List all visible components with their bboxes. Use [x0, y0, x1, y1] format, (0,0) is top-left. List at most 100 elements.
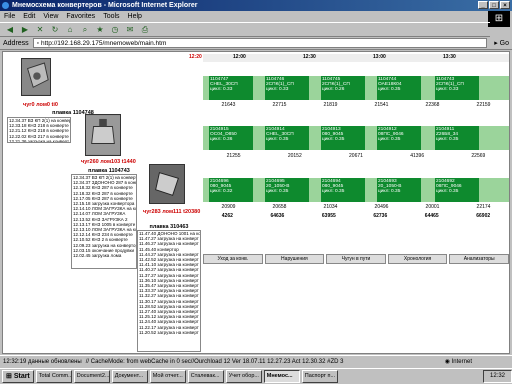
- tab-analyzers[interactable]: Анализаторы: [449, 254, 509, 264]
- heat-block-line: цикл: 0.32: [210, 189, 233, 195]
- row-value: 20909: [221, 204, 236, 210]
- heat-block[interactable]: 1104747 CHEL_30СП цикл: 0.33: [209, 76, 253, 100]
- task-button[interactable]: Сталевак...: [187, 370, 224, 383]
- log-entry: 11.32.27 загрузка на конверт: [139, 293, 199, 299]
- heat-block-line: цикл: 0.35: [378, 87, 401, 93]
- current-time-label: 12:20: [189, 54, 202, 60]
- schedule-row-3: 2104696 080_9045 цикл: 0.32 2104695 20_1050-…: [203, 164, 509, 204]
- home-icon[interactable]: ⌂: [64, 24, 76, 35]
- forward-icon[interactable]: ▶: [19, 24, 31, 35]
- schedule-row-2: 2104915 ОС04_D850 цикл: 0.36 2104914 CHEL_30…: [203, 112, 509, 152]
- task-button[interactable]: Мой отчет...: [149, 370, 186, 383]
- log-entry: 12.21.36 загрузка на конверт: [9, 138, 70, 143]
- internet-zone: ◉ Internet: [444, 359, 472, 365]
- zone-label: Internet: [451, 359, 472, 365]
- heat-block[interactable]: 1104743 2СПК(1)_СП цикл: 0.33: [435, 76, 479, 100]
- row-3-values: 20909 20658 21034 20496 20001 22174: [203, 204, 509, 212]
- task-button[interactable]: Паспорт п...: [301, 370, 338, 383]
- tab-iron-transit[interactable]: Чугун в пути: [326, 254, 386, 264]
- task-button[interactable]: Document2...: [73, 370, 110, 383]
- heat-block-line: цикл: 0.35: [378, 137, 401, 143]
- log-entry: 11.20.52 загрузка на конверт: [139, 329, 199, 335]
- menu-help[interactable]: Help: [128, 11, 142, 22]
- bottom-value: 4262: [221, 213, 233, 219]
- start-button[interactable]: ⊞ Start: [2, 370, 34, 383]
- converter-3-status: чуг283 лом111 t20380: [143, 209, 201, 215]
- converter-1-log[interactable]: 12.34.37 ВЗ КП 2(1) на конвертор12.33.18…: [7, 117, 71, 143]
- log-entry: 12.10.52 КНЗ 2 в конверте: [73, 237, 128, 243]
- menu-bar: File Edit View Favorites Tools Help: [0, 11, 512, 22]
- heat-block-line: цикл: 0.35: [322, 189, 345, 195]
- favorites-icon[interactable]: ★: [94, 24, 106, 35]
- maximize-button[interactable]: □: [489, 1, 499, 9]
- time-tick-1230: 12:30: [303, 54, 316, 60]
- menu-favorites[interactable]: Favorites: [66, 11, 95, 22]
- task-button[interactable]: Мнемос...: [263, 370, 300, 383]
- menu-edit[interactable]: Edit: [23, 11, 35, 22]
- converter-3-log[interactable]: 11.47.40 ДОНОНО 1001 на конв 11.47.27 заг…: [137, 230, 201, 352]
- status-text: 12:32:19 данные обновлены: [3, 359, 82, 365]
- windows-logo-icon: ⊞: [488, 11, 510, 27]
- mail-icon[interactable]: ✉: [124, 24, 136, 35]
- converter-2-image[interactable]: [85, 114, 121, 156]
- heat-block[interactable]: 2104696 080_9045 цикл: 0.32: [209, 178, 253, 202]
- menu-view[interactable]: View: [43, 11, 58, 22]
- converter-3-image[interactable]: [149, 164, 185, 204]
- heat-block[interactable]: 1104745 2СПК(1)_СП цикл: 0.26: [321, 76, 365, 100]
- tab-care[interactable]: Уход за конв.: [203, 254, 263, 264]
- print-icon[interactable]: ⎙: [139, 24, 151, 35]
- go-button[interactable]: ▸ Go: [491, 39, 512, 47]
- minimize-button[interactable]: _: [478, 1, 488, 9]
- bottom-value: 62736: [373, 213, 388, 219]
- heat-block[interactable]: 2104693 20_1050-В цикл: 0.35: [377, 178, 421, 202]
- window-title: Мнемосхема конвертеров - Microsoft Inter…: [0, 0, 512, 11]
- heat-block-line: цикл: 0.33: [436, 87, 459, 93]
- row-1-values: 21643 22715 21819 21541 22368 22159: [203, 102, 509, 110]
- heat-block[interactable]: 1104744 ОАЕ18К04 цикл: 0.35: [377, 76, 421, 100]
- task-button[interactable]: Total Comm...: [35, 370, 72, 383]
- task-button[interactable]: Документ...: [111, 370, 148, 383]
- status-bar: 12:32:19 данные обновлены // CacheMode: …: [0, 355, 512, 367]
- row-value: 22715: [272, 102, 287, 108]
- heat-block[interactable]: 2104913 080_9045 цикл: 0.35: [321, 126, 365, 150]
- task-button[interactable]: Учет обор...: [225, 370, 262, 383]
- schedule-row-1: 1104747 CHEL_30СП цикл: 0.33 1104746 2СПК(1)…: [203, 62, 509, 102]
- row-value: 21255: [226, 153, 241, 159]
- heat-block[interactable]: 2104914 CHEL_30СП цикл: 0.35: [265, 126, 309, 150]
- history-icon[interactable]: ◷: [109, 24, 121, 35]
- tab-violations[interactable]: Нарушения: [264, 254, 325, 264]
- heat-block[interactable]: 1104746 2СПК(1)_СП цикл: 0.33: [265, 76, 309, 100]
- page-content: чуг0 лом0 ti0 плавка 1104748 12.34.37 ВЗ…: [2, 51, 510, 354]
- stop-icon[interactable]: ✕: [34, 24, 46, 35]
- row-value: 21541: [374, 102, 389, 108]
- row-value: 22569: [471, 153, 486, 159]
- address-input[interactable]: ▫ http://192.168.29.175/mnemoweb/main.ht…: [32, 38, 488, 48]
- converter-2-log[interactable]: 12.34.37 ВЗ КП 2(1) на конвертор 12.34.37…: [71, 174, 137, 269]
- row-value: 20152: [287, 153, 302, 159]
- close-button[interactable]: ×: [500, 1, 510, 9]
- log-entry: 12.21.12 КНЗ 218 в конверте: [9, 128, 69, 134]
- ie-icon: [2, 2, 9, 9]
- back-icon[interactable]: ◀: [4, 24, 16, 35]
- heat-block[interactable]: 2104695 20_1050-В цикл: 0.35: [265, 178, 309, 202]
- status-detail: // CacheMode: from webCache in 0 sec//Ou…: [85, 359, 344, 365]
- time-tick-1300: 13:00: [373, 54, 386, 60]
- menu-tools[interactable]: Tools: [103, 11, 119, 22]
- log-entry: 12.18.32 КНЗ 287 в конверте: [73, 185, 133, 191]
- menu-file[interactable]: File: [4, 11, 15, 22]
- log-entry: 12.02.45 загрузка лома: [73, 253, 122, 259]
- taskbar: ⊞ Start Total Comm... Document2... Докумен…: [0, 368, 512, 384]
- heat-block[interactable]: 2104911 Z26Б8_34 цикл: 0.35: [435, 126, 479, 150]
- tab-bar: Уход за конв. Нарушения Чугун в пути Хро…: [203, 254, 509, 264]
- converter-2-status: чуг260 лом103 t1440: [81, 159, 136, 165]
- converter-1-image[interactable]: [21, 58, 51, 96]
- refresh-icon[interactable]: ↻: [49, 24, 61, 35]
- search-icon[interactable]: ⌕: [79, 24, 91, 35]
- heat-block[interactable]: 2104694 080_9045 цикл: 0.35: [321, 178, 365, 202]
- heat-block[interactable]: 2104692 08ПС_9046 цикл: 0.35: [435, 178, 479, 202]
- heat-block[interactable]: 2104912 08ПС_9046 цикл: 0.35: [377, 126, 421, 150]
- tab-chronology[interactable]: Хронология: [387, 254, 448, 264]
- converter-1-status: чуг0 лом0 ti0: [23, 102, 58, 108]
- page-icon: ▫: [36, 39, 39, 47]
- heat-block[interactable]: 2104915 ОС04_D850 цикл: 0.36: [209, 126, 253, 150]
